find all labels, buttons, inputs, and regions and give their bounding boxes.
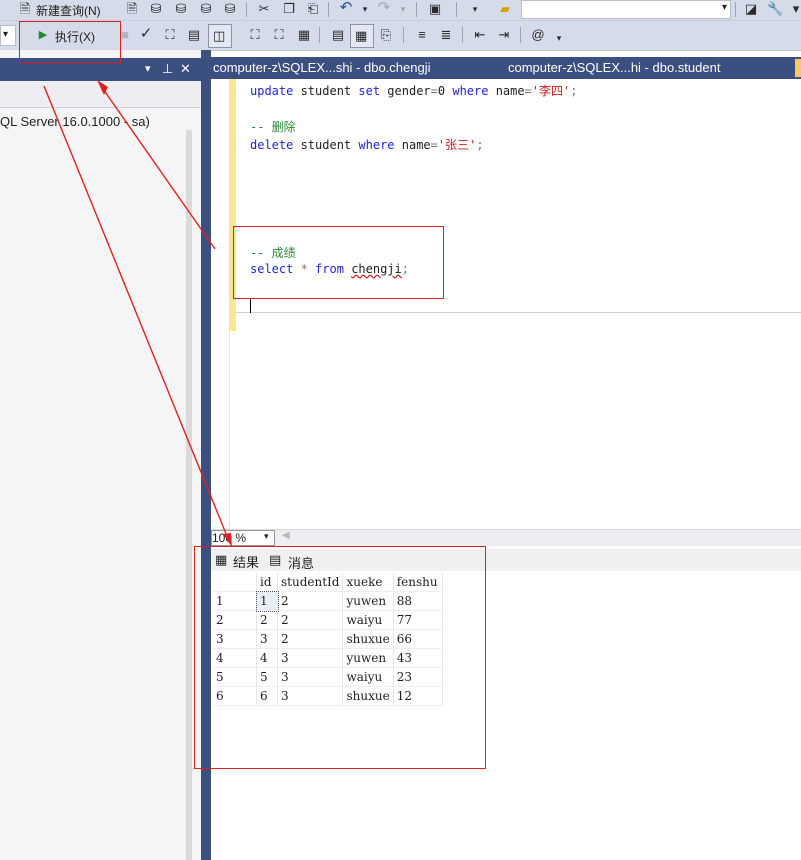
arrow-line-to-execute: [100, 85, 216, 250]
annotation-arrows: [43, 80, 232, 547]
arrow-line-to-results: [43, 85, 230, 542]
arrowhead-down-icon: [223, 533, 232, 547]
